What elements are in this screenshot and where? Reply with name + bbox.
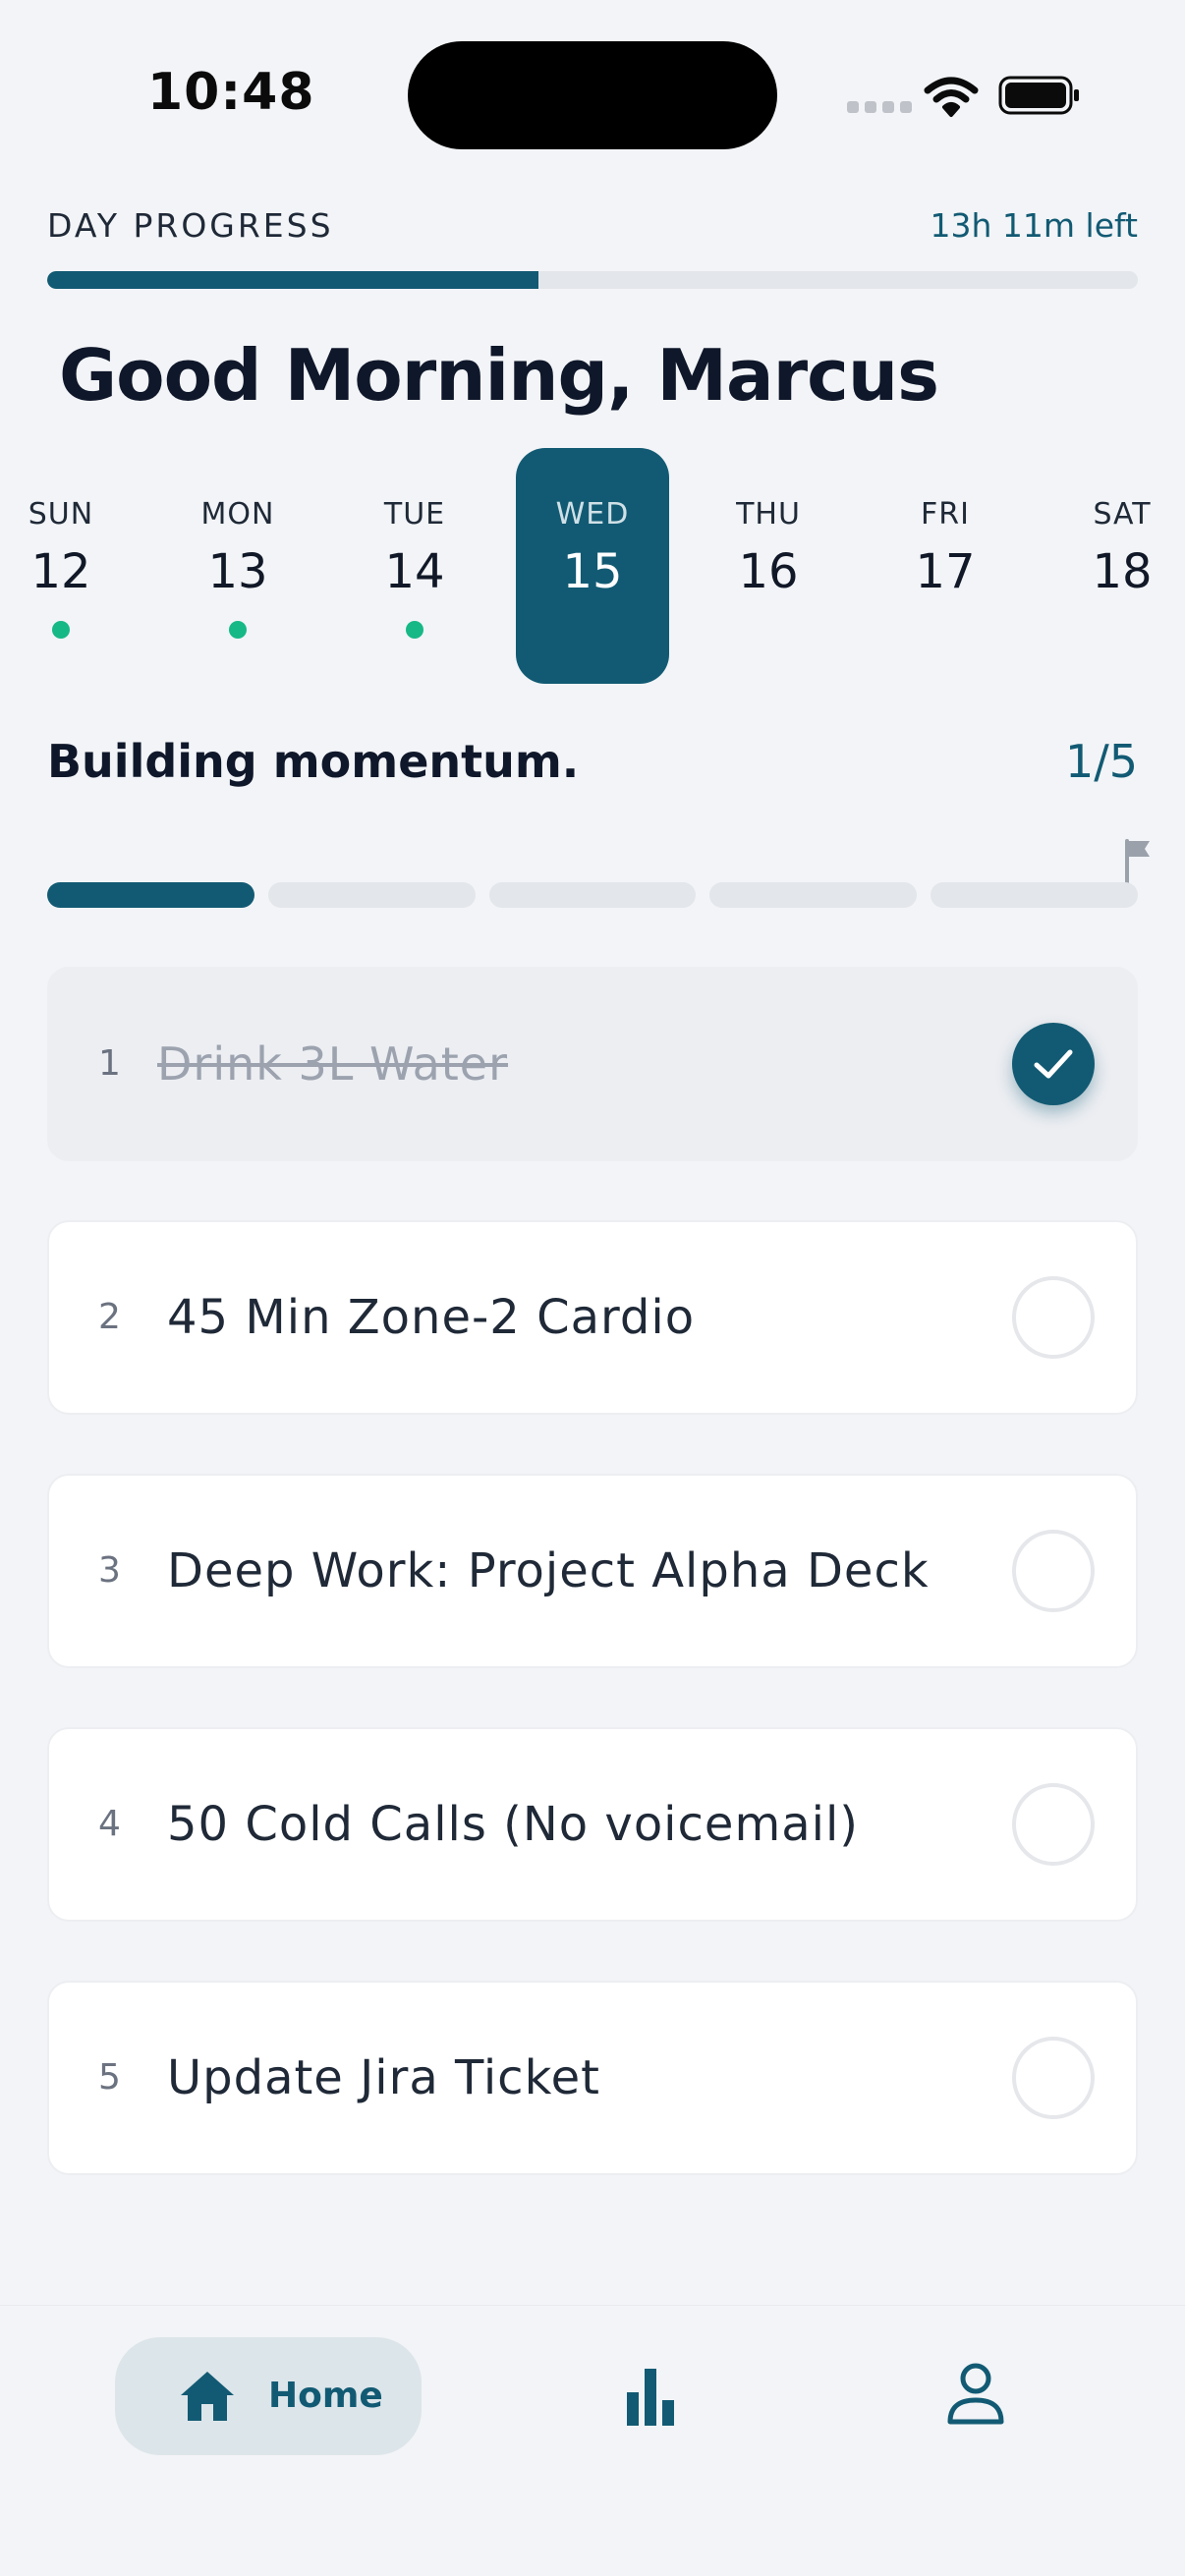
task-index: 5 xyxy=(98,2057,121,2098)
task-checkbox[interactable] xyxy=(1012,1530,1095,1612)
progress-segment xyxy=(47,882,254,908)
task-index: 2 xyxy=(98,1297,121,1337)
task-checkbox[interactable] xyxy=(1012,1276,1095,1359)
day-thu[interactable]: THU 16 xyxy=(692,448,845,684)
profile-icon[interactable] xyxy=(945,2361,1006,2426)
momentum-message: Building momentum. xyxy=(47,735,580,788)
task-checkbox[interactable] xyxy=(1012,2037,1095,2119)
task-item[interactable]: 4 50 Cold Calls (No voicemail) xyxy=(47,1727,1138,1922)
day-of-week: THU xyxy=(736,497,801,532)
completion-dot xyxy=(406,621,423,639)
day-sun[interactable]: SUN 12 xyxy=(0,448,138,684)
task-label: Update Jira Ticket xyxy=(167,2050,600,2105)
day-number: 17 xyxy=(915,544,976,599)
task-label: 50 Cold Calls (No voicemail) xyxy=(167,1797,860,1852)
day-number: 15 xyxy=(562,544,623,599)
bar-chart-icon[interactable] xyxy=(621,2365,680,2428)
signal-icon xyxy=(847,101,912,113)
task-label: Drink 3L Water xyxy=(157,1037,509,1091)
day-number: 14 xyxy=(384,544,445,599)
task-checkbox-checked[interactable] xyxy=(1012,1023,1095,1105)
flag-icon xyxy=(1125,839,1150,884)
progress-segment xyxy=(267,882,476,908)
task-progress-segments xyxy=(47,882,1138,908)
dynamic-island xyxy=(408,41,777,149)
status-bar: 10:48 xyxy=(0,0,1185,177)
momentum-count: 1/5 xyxy=(1064,735,1138,788)
task-item[interactable]: 5 Update Jira Ticket xyxy=(47,1981,1138,2175)
day-of-week: TUE xyxy=(383,497,446,532)
day-sat[interactable]: SAT 18 xyxy=(1045,448,1185,684)
task-checkbox[interactable] xyxy=(1012,1783,1095,1866)
progress-segment xyxy=(931,882,1138,908)
completion-dot xyxy=(229,621,247,639)
progress-segment xyxy=(709,882,918,908)
day-number: 13 xyxy=(207,544,268,599)
task-index: 4 xyxy=(98,1804,121,1844)
day-progress-bar xyxy=(47,271,1138,289)
progress-segment xyxy=(488,882,697,908)
day-tue[interactable]: TUE 14 xyxy=(338,448,491,684)
home-icon xyxy=(181,2372,234,2421)
task-item[interactable]: 1 Drink 3L Water xyxy=(47,967,1138,1161)
day-fri[interactable]: FRI 17 xyxy=(869,448,1022,684)
greeting-title: Good Morning, Marcus xyxy=(59,334,939,417)
app-screen: 10:48 DAY PROGRESS 13h 11m left Good Mor… xyxy=(0,0,1185,2576)
day-of-week: MON xyxy=(200,497,275,532)
day-time-left: 13h 11m left xyxy=(930,206,1138,245)
nav-home-label: Home xyxy=(268,2376,383,2416)
task-item[interactable]: 2 45 Min Zone-2 Cardio xyxy=(47,1220,1138,1415)
task-label: Deep Work: Project Alpha Deck xyxy=(167,1543,930,1598)
week-strip: SUN 12 MON 13 TUE 14 WED 15 THU 16 FRI 1… xyxy=(0,448,1185,684)
day-number: 18 xyxy=(1092,544,1153,599)
day-progress-fill xyxy=(47,271,538,289)
day-of-week: SUN xyxy=(28,497,94,532)
task-index: 1 xyxy=(98,1043,121,1084)
task-index: 3 xyxy=(98,1550,121,1591)
task-item[interactable]: 3 Deep Work: Project Alpha Deck xyxy=(47,1474,1138,1668)
day-of-week: FRI xyxy=(921,497,970,532)
day-number: 12 xyxy=(30,544,91,599)
day-number: 16 xyxy=(738,544,799,599)
day-of-week: WED xyxy=(555,497,630,532)
completion-dot xyxy=(52,621,70,639)
check-icon xyxy=(1034,1049,1073,1079)
day-progress-label: DAY PROGRESS xyxy=(47,206,334,245)
day-mon[interactable]: MON 13 xyxy=(161,448,314,684)
wifi-icon xyxy=(924,77,979,117)
status-time: 10:48 xyxy=(147,63,315,122)
battery-icon xyxy=(998,76,1079,115)
task-label: 45 Min Zone-2 Cardio xyxy=(167,1290,696,1345)
nav-home-button[interactable]: Home xyxy=(115,2337,422,2455)
day-of-week: SAT xyxy=(1093,497,1152,532)
bottom-nav: Home xyxy=(0,2305,1185,2576)
day-wed-selected[interactable]: WED 15 xyxy=(516,448,669,684)
